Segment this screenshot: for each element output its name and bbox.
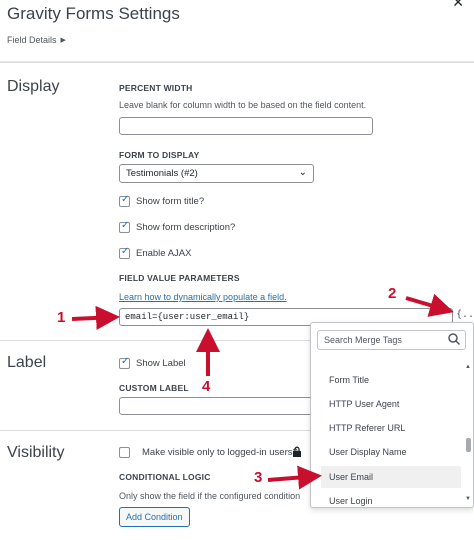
merge-tags-search-placeholder: Search Merge Tags [324, 335, 402, 345]
custom-label-input[interactable] [119, 397, 319, 415]
show-description-row[interactable]: Show form description? [119, 220, 236, 233]
section-divider [0, 62, 474, 63]
close-icon[interactable]: ✕ [452, 0, 464, 11]
settings-header: Gravity Forms Settings ✕ Field Details ▶ [0, 0, 474, 62]
show-label-row[interactable]: Show Label [119, 356, 186, 369]
scroll-down-icon[interactable]: ▼ [465, 496, 471, 502]
section-title-visibility: Visibility [7, 444, 65, 461]
show-label-checkbox[interactable] [119, 356, 130, 369]
merge-tags-scrollbar[interactable]: ▲ ▼ [464, 356, 473, 507]
annotation-number-1: 1 [57, 309, 66, 326]
caret-right-icon: ▶ [60, 37, 66, 44]
section-title-label: Label [7, 354, 47, 371]
show-title-label: Show form title? [136, 196, 205, 207]
conditional-logic-help: Only show the field if the configured co… [119, 491, 301, 501]
annotation-number-4: 4 [202, 378, 211, 395]
lock-icon [292, 446, 302, 460]
chevron-down-icon: ⌄ [298, 167, 307, 178]
form-select[interactable]: Testimonials (#2) ⌄ [119, 164, 314, 183]
annotation-number-3: 3 [254, 469, 263, 486]
show-title-row[interactable]: Show form title? [119, 194, 205, 207]
arrow-1 [71, 305, 120, 330]
percent-width-help: Leave blank for column width to be based… [119, 100, 367, 110]
merge-tag-item[interactable]: HTTP User Agent [329, 399, 399, 409]
form-select-value: Testimonials (#2) [126, 168, 198, 179]
logged-in-row[interactable]: Make visible only to logged-in users? [119, 447, 298, 458]
merge-tag-item[interactable]: User Display Name [329, 447, 407, 457]
enable-ajax-label: Enable AJAX [136, 248, 192, 259]
merge-tags-button[interactable]: {..} [456, 309, 474, 320]
show-description-checkbox[interactable] [119, 220, 130, 233]
breadcrumb[interactable]: Field Details ▶ [7, 35, 66, 45]
show-label-text: Show Label [136, 358, 186, 369]
merge-tag-item-selected[interactable]: User Email [329, 472, 373, 482]
percent-width-label: PERCENT WIDTH [119, 83, 193, 93]
breadcrumb-label: Field Details [7, 35, 57, 45]
merge-tag-item[interactable]: HTTP Referer URL [329, 423, 405, 433]
populate-help-link[interactable]: Learn how to dynamically populate a fiel… [119, 292, 287, 302]
scroll-up-icon[interactable]: ▲ [465, 364, 471, 370]
show-description-label: Show form description? [136, 222, 236, 233]
percent-width-input[interactable] [119, 117, 373, 135]
page-title: Gravity Forms Settings [7, 4, 180, 23]
section-title-display: Display [7, 78, 60, 95]
custom-label-label: CUSTOM LABEL [119, 383, 189, 393]
scrollbar-thumb[interactable] [466, 438, 471, 452]
section-divider [0, 340, 310, 341]
merge-tags-search-input[interactable]: Search Merge Tags [317, 330, 466, 350]
annotation-number-2: 2 [388, 285, 397, 302]
form-to-display-label: FORM TO DISPLAY [119, 150, 200, 160]
field-value-params-label: FIELD VALUE PARAMETERS [119, 273, 240, 283]
show-title-checkbox[interactable] [119, 194, 130, 207]
add-condition-button[interactable]: Add Condition [119, 507, 190, 527]
conditional-logic-label: CONDITIONAL LOGIC [119, 472, 211, 482]
merge-tag-item[interactable]: User Login [329, 496, 373, 506]
logged-in-checkbox[interactable] [119, 447, 130, 458]
logged-in-label: Make visible only to logged-in users? [142, 447, 298, 458]
section-divider [0, 430, 310, 431]
enable-ajax-checkbox[interactable] [119, 246, 130, 259]
merge-tag-item[interactable]: Form Title [329, 375, 369, 385]
search-icon [447, 332, 461, 346]
enable-ajax-row[interactable]: Enable AJAX [119, 246, 192, 259]
merge-tags-dropdown: Search Merge Tags Form Title HTTP User A… [310, 322, 474, 508]
